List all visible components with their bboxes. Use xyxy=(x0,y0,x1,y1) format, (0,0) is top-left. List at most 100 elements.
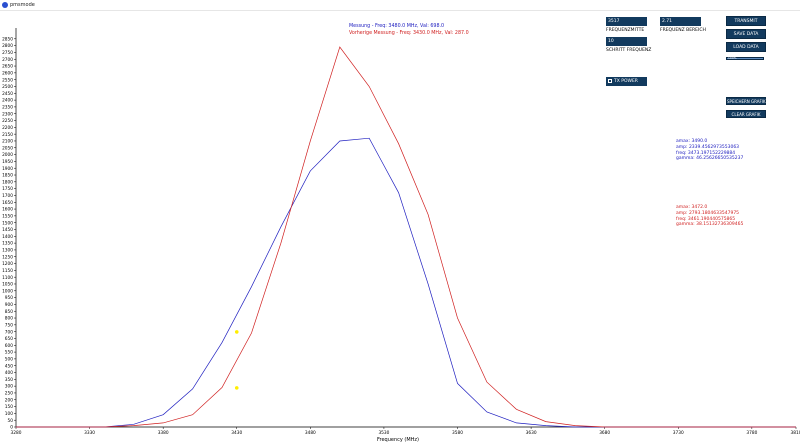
clear-graph-button[interactable]: CLEAR GRAFIK xyxy=(726,110,766,118)
y-tick-label: 1550 xyxy=(2,213,13,219)
x-tick-label: 3580 xyxy=(452,430,463,436)
y-tick-label: 2650 xyxy=(2,64,13,70)
y-tick-label: 2000 xyxy=(2,152,13,158)
x-tick-label: 3680 xyxy=(599,430,610,436)
save-graph-button[interactable]: SPEICHERN GRAFIK xyxy=(726,97,766,105)
y-tick-label: 1950 xyxy=(2,159,13,165)
tx-power-label: TX POWER xyxy=(614,79,638,84)
y-tick-label: 2300 xyxy=(2,111,13,117)
y-tick-label: 900 xyxy=(5,302,13,308)
y-tick-label: 2500 xyxy=(2,84,13,90)
y-tick-label: 1650 xyxy=(2,200,13,206)
series-line-current xyxy=(16,137,796,428)
y-tick-label: 2550 xyxy=(2,77,13,83)
y-tick-label: 1150 xyxy=(2,268,13,274)
stat-gamma: gamma: 38.15132736309465 xyxy=(676,222,744,228)
y-tick-label: 1400 xyxy=(2,234,13,240)
x-tick-label: 3810 xyxy=(791,430,800,436)
y-tick-label: 2200 xyxy=(2,125,13,131)
y-tick-label: 250 xyxy=(5,391,13,397)
y-tick-label: 1750 xyxy=(2,186,13,192)
progress-text: 100% xyxy=(728,56,737,60)
y-tick-label: 2350 xyxy=(2,105,13,111)
y-tick-label: 2250 xyxy=(2,118,13,124)
y-tick-label: 2700 xyxy=(2,57,13,63)
y-tick-label: 200 xyxy=(5,397,13,403)
y-tick-label: 350 xyxy=(5,377,13,383)
y-tick-label: 950 xyxy=(5,295,13,301)
x-tick-label: 3630 xyxy=(526,430,537,436)
y-tick-label: 500 xyxy=(5,356,13,362)
transmit-button[interactable]: TRANSMIT xyxy=(726,16,766,26)
y-tick-label: 1850 xyxy=(2,173,13,179)
y-tick-label: 2750 xyxy=(2,50,13,56)
stats-current: amax: 3490.0 amp: 2339.4562973553063 fre… xyxy=(676,139,743,162)
x-tick-label: 3530 xyxy=(378,430,389,436)
x-tick-label: 3730 xyxy=(673,430,684,436)
y-tick-label: 750 xyxy=(5,322,13,328)
load-data-button[interactable]: LOAD DATA xyxy=(726,42,766,52)
y-tick-label: 2450 xyxy=(2,91,13,97)
step-freq-label: SCHRITT FREQUENZ xyxy=(606,48,652,53)
y-tick-label: 1350 xyxy=(2,241,13,247)
y-tick-label: 2600 xyxy=(2,70,13,76)
x-tick-label: 3430 xyxy=(231,430,242,436)
y-tick-label: 2100 xyxy=(2,139,13,145)
y-tick-label: 1700 xyxy=(2,193,13,199)
y-tick-label: 100 xyxy=(5,411,13,417)
y-tick-label: 300 xyxy=(5,384,13,390)
y-tick-label: 1250 xyxy=(2,254,13,260)
x-tick-label: 3380 xyxy=(158,430,169,436)
y-tick-label: 50 xyxy=(8,418,14,424)
y-tick-label: 150 xyxy=(5,404,13,410)
center-freq-input[interactable]: 3517 xyxy=(606,17,647,26)
y-tick-label: 650 xyxy=(5,336,13,342)
y-tick-label: 2050 xyxy=(2,145,13,151)
series-line-previous xyxy=(16,46,796,428)
x-axis-label: Frequency (MHz) xyxy=(377,437,419,443)
freq-range-label: FREQUENZ BEREICH xyxy=(660,28,706,33)
y-tick-label: 850 xyxy=(5,309,13,315)
y-tick-label: 400 xyxy=(5,370,13,376)
progress-bar: 100% xyxy=(726,56,764,60)
y-tick-label: 0 xyxy=(10,425,13,431)
y-tick-label: 1300 xyxy=(2,248,13,254)
stat-amp: amp: 2339.4562973553063 xyxy=(676,144,740,150)
y-tick-label: 1450 xyxy=(2,227,13,233)
y-tick-label: 1500 xyxy=(2,220,13,226)
tx-power-toggle[interactable]: TX POWER xyxy=(606,77,647,86)
x-axis-ticks: 3280 3330 3380 3430 3480 3530 3580 3630 3680 3730… xyxy=(11,427,800,436)
y-tick-label: 550 xyxy=(5,350,13,356)
tx-power-checkbox[interactable] xyxy=(608,78,612,83)
measurement-marker xyxy=(234,386,239,390)
y-tick-label: 2150 xyxy=(2,132,13,138)
stats-previous: amax: 3472.0 amp: 2793.1804633547975 fre… xyxy=(676,205,743,228)
save-data-button[interactable]: SAVE DATA xyxy=(726,29,766,39)
measurement-marker xyxy=(234,330,239,334)
y-tick-label: 1000 xyxy=(2,288,13,294)
legend-current: Messung - Freq: 3480.0 MHz, Val: 698.0 xyxy=(349,23,444,29)
y-tick-label: 700 xyxy=(5,329,13,335)
y-tick-label: 600 xyxy=(5,343,13,349)
y-tick-label: 1050 xyxy=(2,282,13,288)
y-tick-label: 1200 xyxy=(2,261,13,267)
legend-previous: Vorherige Messung - Freq: 3430.0 MHz, Va… xyxy=(349,30,469,36)
y-tick-label: 800 xyxy=(5,316,13,322)
freq-range-input[interactable]: 2.71 xyxy=(660,17,701,26)
x-tick-label: 3780 xyxy=(746,430,757,436)
stat-amp: amp: 2793.1804633547975 xyxy=(676,210,740,216)
x-tick-label: 3280 xyxy=(11,430,22,436)
y-tick-label: 2850 xyxy=(2,36,13,42)
y-tick-label: 1600 xyxy=(2,207,13,213)
x-tick-label: 3330 xyxy=(84,430,95,436)
y-tick-label: 1900 xyxy=(2,166,13,172)
y-tick-label: 2400 xyxy=(2,98,13,104)
y-tick-label: 2800 xyxy=(2,43,13,49)
y-tick-label: 450 xyxy=(5,363,13,369)
x-tick-label: 3480 xyxy=(305,430,316,436)
y-tick-label: 1800 xyxy=(2,179,13,185)
y-axis-ticks: 0501001502002503003504004505005506006507… xyxy=(2,36,16,431)
plot-series xyxy=(16,46,796,428)
y-tick-label: 1100 xyxy=(2,275,13,281)
step-freq-input[interactable]: 10 xyxy=(606,37,647,46)
